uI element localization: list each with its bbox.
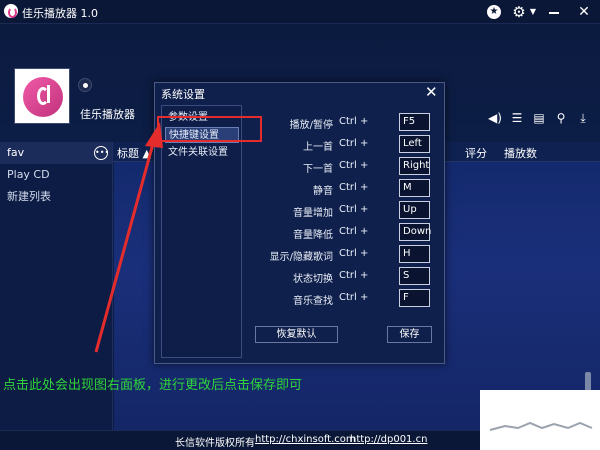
player-window: 佳乐播放器 1.0 ★ ⚙ ▼ ✕ 佳乐播放器 ◀) ☰ ▤ ⚲ ⤓ fav •… [0,0,600,450]
website-link-1[interactable]: http://chxinsoft.com [255,434,356,445]
website-link-2[interactable]: http://dp001.cn [350,434,427,445]
watermark-image [480,390,600,450]
copyright-text: 长信软件版权所有 [175,438,255,449]
annotation-text: 点击此处会出现图右面板，进行更改后点击保存即可 [3,378,303,393]
